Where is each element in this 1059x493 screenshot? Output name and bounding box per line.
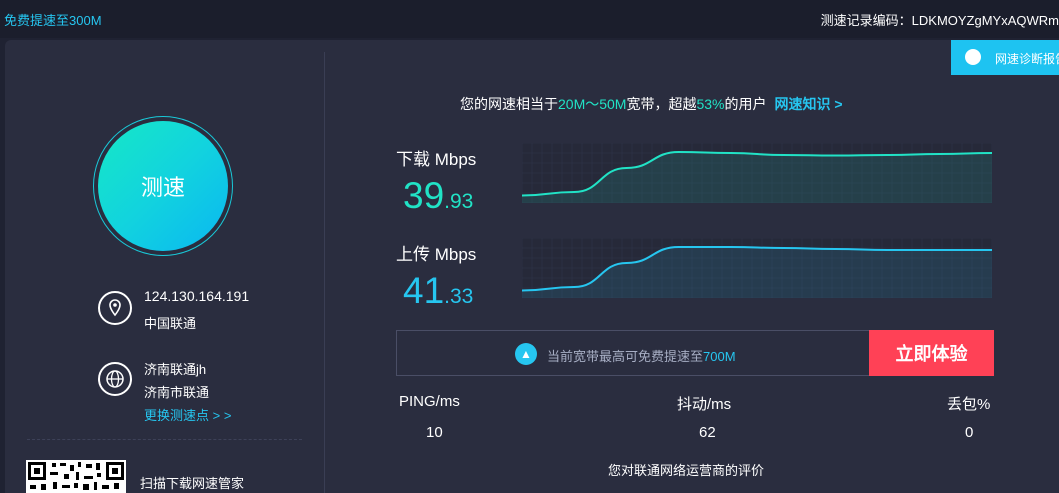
try-now-button[interactable]: 立即体验 [869, 330, 994, 376]
change-node-link[interactable]: 更换测速点 > > [144, 405, 231, 424]
diagnosis-report-button[interactable]: 网速诊断报告 [951, 40, 1059, 75]
jitter-label: 抖动/ms [677, 396, 732, 413]
jitter-value: 62 [699, 424, 716, 441]
ip-address: 124.130.164.191 [144, 288, 250, 304]
qr-code [26, 460, 126, 493]
top-bar: 免费提速至300M 测速记录编码：LDKMOYZgMYxAQWRm [0, 0, 1059, 38]
test-record-code: 测速记录编码：LDKMOYZgMYxAQWRm [820, 13, 1059, 28]
packet-loss-label: 丢包% [947, 396, 991, 413]
section-divider [27, 439, 302, 440]
download-speed: 39.93 [403, 175, 474, 216]
test-node-isp: 济南市联通 [144, 385, 210, 400]
download-label: 下载 Mbps [396, 150, 477, 169]
lightbulb-icon [965, 49, 981, 65]
ping-label: PING/ms [399, 393, 460, 410]
rocket-icon: ▲ [515, 343, 537, 365]
free-speedup-link[interactable]: 免费提速至300M [4, 10, 102, 29]
qr-caption: 扫描下载网速管家 [140, 476, 245, 491]
packet-loss-value: 0 [965, 424, 974, 441]
upload-label: 上传 Mbps [396, 245, 477, 264]
speed-summary: 您的网速相当于20M～50M宽带，超越53%的用户 网速知识 > [460, 96, 843, 112]
start-speed-test-button[interactable]: 测速 [98, 121, 228, 251]
test-node-name: 济南联通jh [144, 362, 207, 377]
speedup-promo-box: ▲ 当前宽带最高可免费提速至700M [396, 330, 869, 376]
ping-value: 10 [426, 424, 443, 441]
rating-prompt: 您对联通网络运营商的评价 [608, 463, 765, 478]
location-pin-icon [98, 291, 132, 325]
download-chart [522, 143, 992, 203]
column-divider [324, 52, 325, 493]
upload-speed: 41.33 [403, 270, 474, 311]
upload-chart [522, 238, 992, 298]
globe-icon [98, 362, 132, 396]
isp-name: 中国联通 [144, 316, 197, 331]
speed-knowledge-link[interactable]: 网速知识 > [775, 96, 843, 112]
